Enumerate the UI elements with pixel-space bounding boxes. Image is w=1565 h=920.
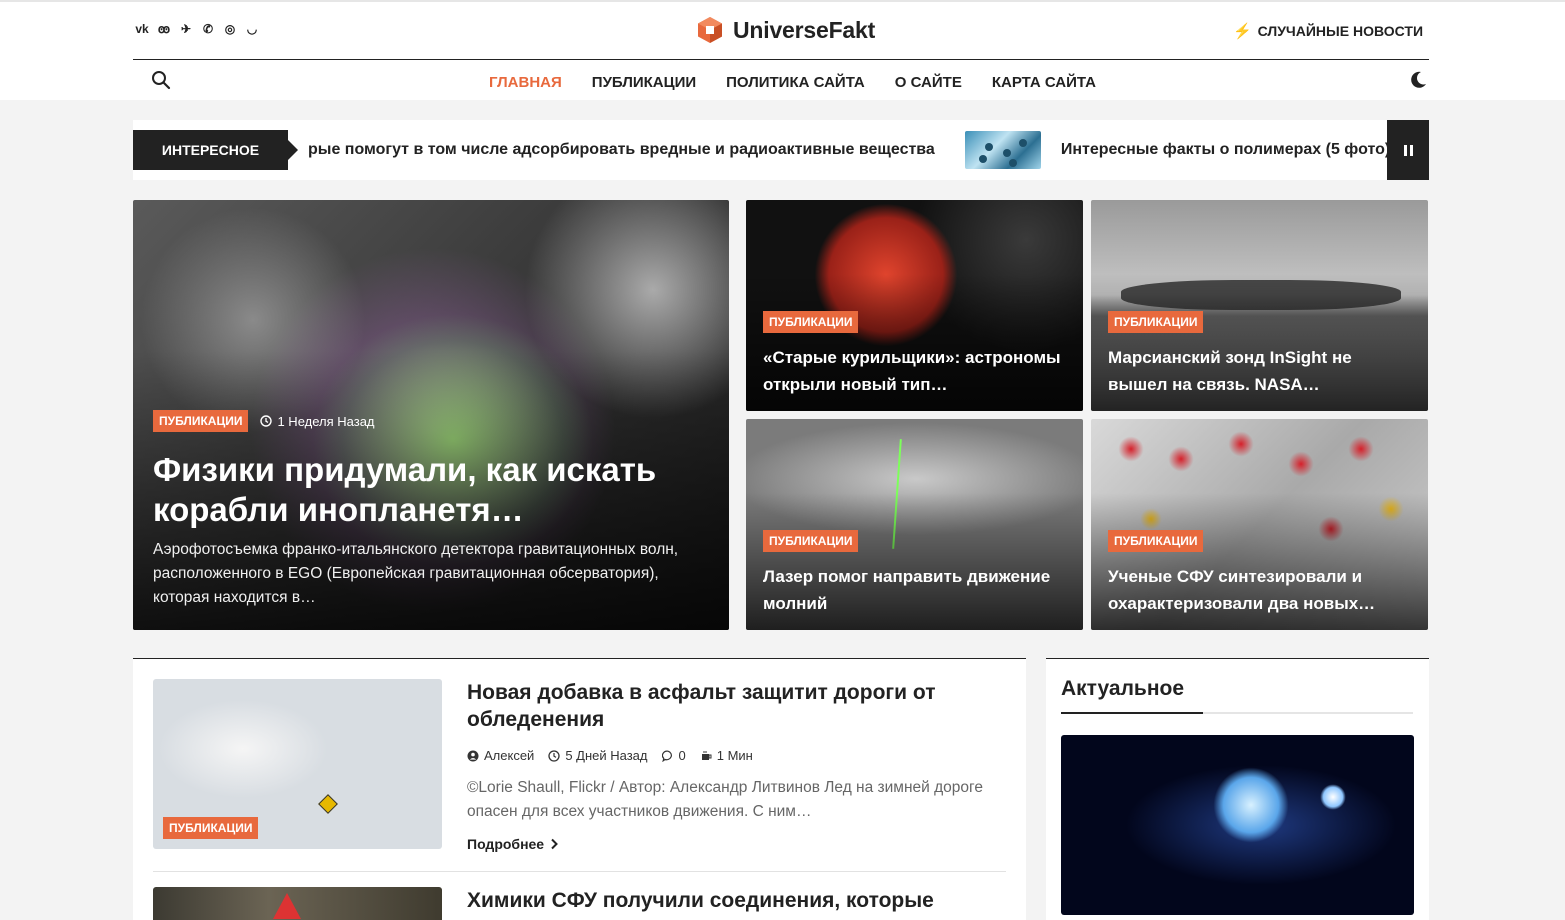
main-nav: ГЛАВНАЯ ПУБЛИКАЦИИ ПОЛИТИКА САЙТА О САЙТ…: [0, 74, 1565, 91]
author-name: Алексей: [484, 748, 535, 763]
header-divider: [133, 59, 1429, 60]
featured-card[interactable]: ПУБЛИКАЦИИ «Старые курильщики»: астроном…: [746, 200, 1083, 411]
sidebar-title-underline: [1061, 712, 1413, 714]
featured-card[interactable]: ПУБЛИКАЦИИ Ученые СФУ синтезировали и ох…: [1091, 419, 1428, 630]
telegram-icon[interactable]: ✈: [179, 22, 193, 36]
post-divider: [153, 871, 1006, 872]
category-badge[interactable]: ПУБЛИКАЦИИ: [153, 410, 249, 432]
sidebar-trending: Актуальное: [1046, 658, 1429, 920]
user-icon: [467, 750, 479, 761]
featured-title[interactable]: Физики придумали, как искать корабли ино…: [153, 450, 673, 530]
post-read-time: 1 Мин: [700, 748, 753, 763]
logo-text: UniverseFakt: [733, 16, 876, 43]
nav-site-policy[interactable]: ПОЛИТИКА САЙТА: [726, 74, 865, 91]
post-thumbnail[interactable]: ПУБЛИКАЦИИ: [153, 679, 442, 849]
ticker-thumbnail[interactable]: [964, 131, 1041, 169]
nav-about[interactable]: О САЙТЕ: [895, 74, 962, 91]
nav-sitemap[interactable]: КАРТА САЙТА: [992, 74, 1096, 91]
post-time: 1 Неделя Назад: [260, 413, 375, 429]
post-thumbnail[interactable]: [153, 887, 442, 920]
post-time-text: 1 Неделя Назад: [277, 413, 375, 429]
clock-icon: [260, 415, 273, 427]
ticker-item[interactable]: Интересные факты о полимерах (5 фото): [1061, 141, 1390, 159]
card-title[interactable]: Лазер помог направить движение молний: [763, 563, 1069, 617]
site-header: vk ꙭ ✈ ✆ ◎ ◡ UniverseFakt ⚡ СЛУЧАЙНЫЕ НО…: [0, 0, 1565, 100]
clock-icon: [548, 749, 560, 762]
viber-icon[interactable]: ✆: [201, 22, 215, 36]
category-badge[interactable]: ПУБЛИКАЦИИ: [1108, 530, 1204, 552]
category-badge[interactable]: ПУБЛИКАЦИИ: [163, 817, 259, 839]
post-meta: Алексей 5 Дней Назад 0 1 Мин: [467, 748, 753, 763]
featured-excerpt: Аэрофотосъемка франко-итальянского детек…: [153, 541, 679, 606]
featured-article-main[interactable]: ПУБЛИКАЦИИ 1 Неделя Назад Физики придума…: [133, 200, 729, 630]
pause-button[interactable]: [1387, 120, 1429, 180]
warning-sign-image: [273, 893, 301, 919]
news-ticker: ИНТЕРЕСНОЕ рые помогут в том числе адсор…: [133, 120, 1429, 180]
sidebar-title: Актуальное: [1061, 677, 1185, 700]
card-title[interactable]: «Старые курильщики»: астрономы открыли н…: [763, 344, 1069, 398]
nav-publications[interactable]: ПУБЛИКАЦИИ: [592, 74, 696, 91]
odnoklassniki-icon[interactable]: ꙭ: [157, 22, 171, 36]
messenger-icon[interactable]: ◡: [245, 22, 259, 36]
read-more-link[interactable]: Подробнее: [467, 836, 559, 852]
read-time-text: 1 Мин: [716, 748, 753, 763]
read-more-label: Подробнее: [467, 836, 545, 852]
featured-card[interactable]: ПУБЛИКАЦИИ Лазер помог направить движени…: [746, 419, 1083, 630]
post-date: 5 Дней Назад: [548, 748, 648, 763]
chevron-right-icon: [551, 838, 559, 850]
featured-card[interactable]: ПУБЛИКАЦИИ Марсианский зонд InSight не в…: [1091, 200, 1428, 411]
card-title[interactable]: Марсианский зонд InSight не вышел на свя…: [1108, 344, 1414, 398]
nav-home[interactable]: ГЛАВНАЯ: [489, 74, 562, 91]
category-badge[interactable]: ПУБЛИКАЦИИ: [763, 311, 859, 333]
post-comments[interactable]: 0: [661, 748, 686, 763]
category-badge[interactable]: ПУБЛИКАЦИИ: [763, 530, 859, 552]
ticker-track: рые помогут в том числе адсорбировать вр…: [308, 120, 1390, 180]
ticker-label: ИНТЕРЕСНОЕ: [133, 130, 298, 170]
post-title[interactable]: Новая добавка в асфальт защитит дороги о…: [467, 679, 987, 733]
post-author[interactable]: Алексей: [467, 748, 534, 763]
cube-logo-icon: [698, 17, 722, 43]
road-sign-image: [318, 794, 338, 814]
site-logo[interactable]: UniverseFakt: [697, 16, 875, 44]
trending-post-thumbnail[interactable]: [1061, 735, 1414, 915]
featured-meta: ПУБЛИКАЦИИ 1 Неделя Назад: [153, 410, 375, 432]
category-badge[interactable]: ПУБЛИКАЦИИ: [1108, 311, 1204, 333]
dark-mode-moon-icon[interactable]: [1408, 70, 1428, 90]
comment-icon: [661, 750, 672, 762]
coffee-icon: [701, 750, 712, 760]
post-date-text: 5 Дней Назад: [565, 748, 648, 763]
post-title[interactable]: Химики СФУ получили соединения, которые: [467, 887, 987, 914]
random-news-link[interactable]: ⚡ СЛУЧАЙНЫЕ НОВОСТИ: [1233, 22, 1423, 40]
post-list: ПУБЛИКАЦИИ Новая добавка в асфальт защит…: [133, 658, 1026, 920]
card-title[interactable]: Ученые СФУ синтезировали и охарактеризов…: [1108, 563, 1414, 617]
ticker-item[interactable]: рые помогут в том числе адсорбировать вр…: [308, 141, 935, 159]
comment-count: 0: [678, 748, 686, 763]
vk-icon[interactable]: vk: [135, 22, 149, 36]
random-news-label: СЛУЧАЙНЫЕ НОВОСТИ: [1257, 23, 1423, 39]
social-links: vk ꙭ ✈ ✆ ◎ ◡: [135, 22, 259, 36]
bolt-icon: ⚡: [1232, 23, 1252, 40]
pause-icon: [1403, 144, 1407, 156]
whatsapp-icon[interactable]: ◎: [223, 22, 237, 36]
post-excerpt: ©Lorie Shaull, Flickr / Автор: Александр…: [467, 779, 983, 820]
